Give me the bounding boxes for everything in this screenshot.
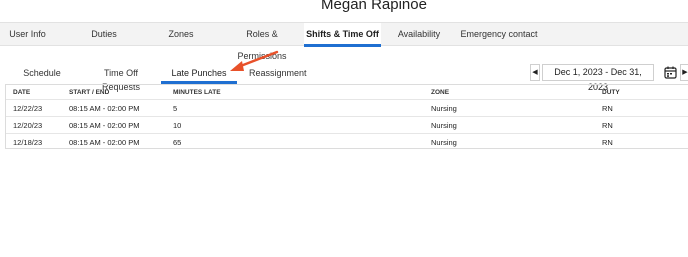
cell-duty: RN (602, 104, 613, 113)
subtab-time-off-requests[interactable]: Time Off Requests (86, 66, 156, 92)
cell-duty: RN (602, 121, 613, 130)
table-header: DATE START / END MINUTES LATE ZONE DUTY (6, 85, 688, 100)
cell-zone: Nursing (431, 104, 457, 113)
cell-start-end: 08:15 AM - 02:00 PM (69, 138, 140, 147)
cell-zone: Nursing (431, 138, 457, 147)
tab-zones[interactable]: Zones (152, 23, 210, 45)
cell-minutes-late: 65 (173, 138, 182, 147)
caret-right-icon: ▶ (682, 69, 688, 76)
table-row[interactable]: 12/22/23 08:15 AM - 02:00 PM 5 Nursing R… (6, 99, 688, 117)
table-row[interactable]: 12/20/23 08:15 AM - 02:00 PM 10 Nursing … (6, 116, 688, 134)
column-header-duty: DUTY (602, 89, 620, 96)
late-punches-table: DATE START / END MINUTES LATE ZONE DUTY … (5, 84, 688, 149)
cell-date: 12/22/23 (13, 104, 43, 113)
cell-zone: Nursing (431, 121, 457, 130)
previous-range-button[interactable]: ◀ (530, 64, 540, 81)
subtab-schedule[interactable]: Schedule (20, 66, 64, 80)
tab-roles-permissions[interactable]: Roles & Permissions (225, 23, 299, 61)
column-header-date: DATE (13, 89, 31, 96)
cell-start-end: 08:15 AM - 02:00 PM (69, 121, 140, 130)
tab-emergency-contact[interactable]: Emergency contact (460, 23, 538, 45)
table-row[interactable]: 12/18/23 08:15 AM - 02:00 PM 65 Nursing … (6, 133, 688, 151)
next-range-button[interactable]: ▶ (680, 64, 688, 81)
cell-date: 12/20/23 (13, 121, 43, 130)
cell-minutes-late: 5 (173, 104, 178, 113)
cell-duty: RN (602, 138, 613, 147)
calendar-icon[interactable] (664, 66, 677, 79)
cell-date: 12/18/23 (13, 138, 43, 147)
tab-user-info[interactable]: User Info (0, 23, 55, 45)
cell-minutes-late: 10 (173, 121, 182, 130)
column-header-zone: ZONE (431, 89, 450, 96)
tab-availability[interactable]: Availability (390, 23, 448, 45)
tab-shifts-time-off[interactable]: Shifts & Time Off (304, 23, 381, 47)
red-arrow-icon (230, 50, 279, 71)
date-range-display[interactable]: Dec 1, 2023 - Dec 31, 2023 (542, 64, 654, 92)
column-header-minutes-late: MINUTES LATE (173, 89, 221, 96)
top-tab-bar: User Info Duties Zones Roles & Permissio… (0, 22, 688, 61)
page-title: Megan Rapinoe (321, 0, 427, 13)
caret-left-icon: ◀ (532, 69, 538, 76)
column-header-start-end: START / END (69, 89, 110, 96)
cell-start-end: 08:15 AM - 02:00 PM (69, 104, 140, 113)
tab-duties[interactable]: Duties (73, 23, 135, 45)
